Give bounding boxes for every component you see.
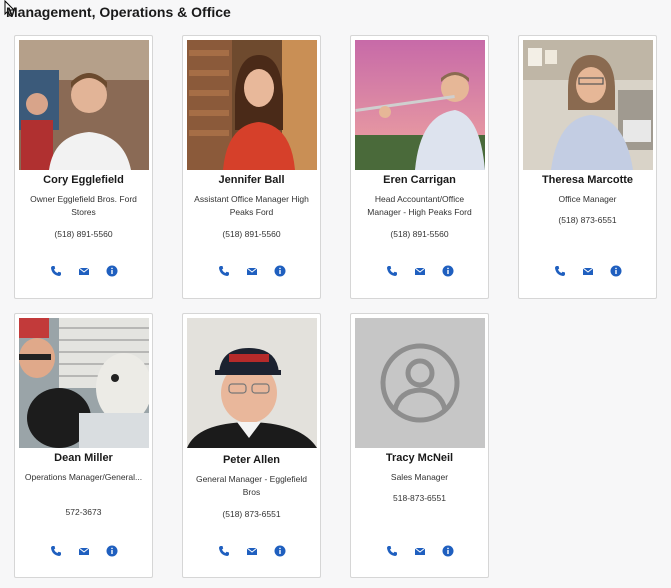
staff-title: Head Accountant/Office Manager - High Pe…: [367, 194, 472, 217]
staff-photo: [19, 318, 149, 448]
staff-card: Peter Allen General Manager - Egglefield…: [182, 313, 321, 578]
staff-photo: [523, 40, 653, 170]
info-icon[interactable]: [105, 264, 119, 278]
staff-title: Owner Egglefield Bros. Ford Stores: [30, 194, 137, 217]
staff-phone: (518) 891-5560: [222, 229, 281, 239]
staff-title: Office Manager: [558, 194, 617, 204]
staff-title: Operations Manager/General...: [24, 472, 143, 482]
info-icon[interactable]: [105, 544, 119, 558]
staff-phone: (518) 891-5560: [390, 229, 449, 239]
envelope-icon[interactable]: [245, 264, 259, 278]
envelope-icon[interactable]: [413, 544, 427, 558]
staff-title: Assistant Office Manager High Peaks Ford: [194, 194, 309, 217]
staff-name: Peter Allen: [222, 454, 281, 466]
info-icon[interactable]: [273, 544, 287, 558]
staff-name: Cory Egglefield: [43, 174, 124, 186]
staff-name: Theresa Marcotte: [541, 174, 634, 186]
phone-icon[interactable]: [385, 544, 399, 558]
envelope-icon[interactable]: [413, 264, 427, 278]
staff-name: Tracy McNeil: [385, 452, 454, 464]
envelope-icon[interactable]: [581, 264, 595, 278]
staff-name: Dean Miller: [54, 452, 113, 464]
staff-card: Dean Miller Operations Manager/General..…: [14, 313, 153, 578]
staff-photo: [19, 40, 149, 170]
staff-photo: [187, 40, 317, 170]
phone-icon[interactable]: [553, 264, 567, 278]
staff-photo: [187, 318, 317, 448]
info-icon[interactable]: [273, 264, 287, 278]
avatar-placeholder-icon: [355, 318, 485, 448]
staff-name: Eren Carrigan: [383, 174, 456, 186]
info-icon[interactable]: [609, 264, 623, 278]
staff-phone: 518-873-6551: [393, 493, 446, 503]
envelope-icon[interactable]: [77, 264, 91, 278]
staff-card: Eren Carrigan Head Accountant/Office Man…: [350, 35, 489, 299]
staff-title: Sales Manager: [390, 472, 449, 482]
phone-icon[interactable]: [385, 264, 399, 278]
staff-phone: 572-3673: [65, 507, 102, 517]
phone-icon[interactable]: [217, 544, 231, 558]
phone-icon[interactable]: [49, 264, 63, 278]
staff-card: Jennifer Ball Assistant Office Manager H…: [182, 35, 321, 299]
phone-icon[interactable]: [49, 544, 63, 558]
staff-name: Jennifer Ball: [218, 174, 285, 186]
info-icon[interactable]: [441, 264, 455, 278]
envelope-icon[interactable]: [77, 544, 91, 558]
staff-title: General Manager - Egglefield Bros: [195, 474, 308, 497]
staff-card: Theresa Marcotte Office Manager (518) 87…: [518, 35, 657, 299]
staff-card: Tracy McNeil Sales Manager 518-873-6551: [350, 313, 489, 578]
envelope-icon[interactable]: [245, 544, 259, 558]
staff-phone: (518) 873-6551: [558, 215, 617, 225]
section-heading: Management, Operations & Office: [6, 4, 231, 20]
phone-icon[interactable]: [217, 264, 231, 278]
info-icon[interactable]: [441, 544, 455, 558]
staff-phone: (518) 873-6551: [222, 509, 281, 519]
staff-card: Cory Egglefield Owner Egglefield Bros. F…: [14, 35, 153, 299]
staff-photo: [355, 40, 485, 170]
staff-phone: (518) 891-5560: [54, 229, 113, 239]
